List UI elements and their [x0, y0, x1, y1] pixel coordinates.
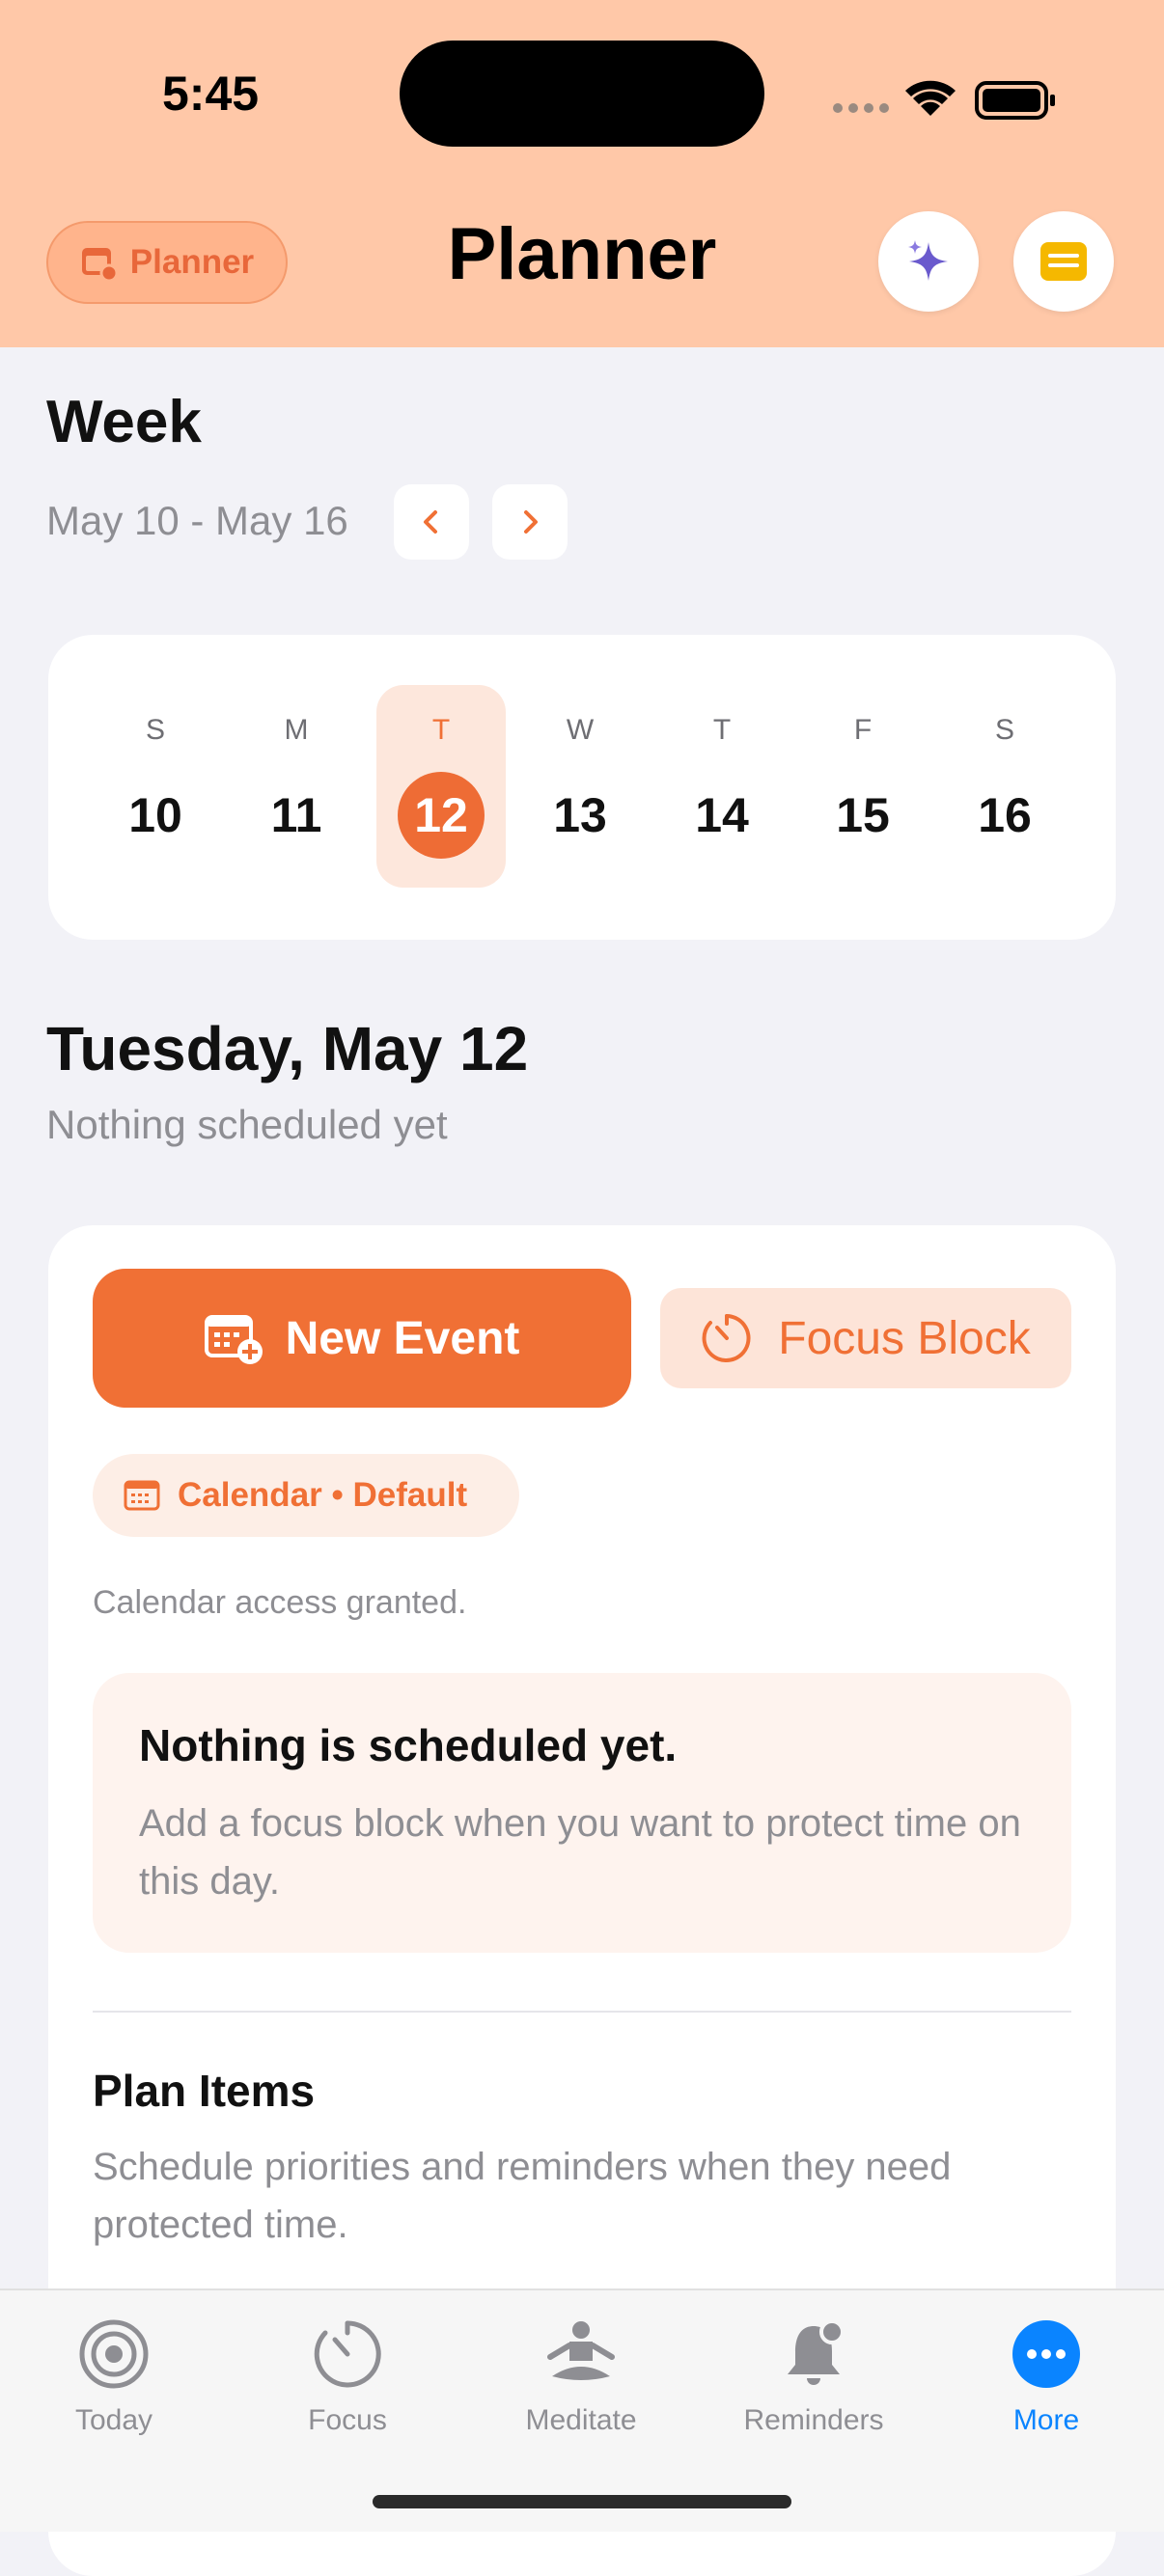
tab-reminders[interactable]: Reminders — [717, 2316, 910, 2437]
calendar-add-icon — [204, 1315, 263, 1364]
focus-block-label: Focus Block — [778, 1312, 1031, 1364]
status-icons — [832, 68, 1064, 125]
focus-block-button[interactable]: Focus Block — [660, 1288, 1071, 1388]
page-title: Planner — [447, 213, 717, 295]
new-event-button[interactable]: New Event — [93, 1269, 631, 1408]
day-fri[interactable]: F 15 — [798, 685, 928, 888]
tab-today[interactable]: Today — [17, 2316, 210, 2437]
day-letter: F — [853, 714, 873, 746]
next-week-button[interactable] — [492, 484, 568, 560]
day-letter: S — [145, 714, 165, 746]
day-number: 14 — [695, 788, 749, 842]
day-number: 13 — [553, 788, 607, 842]
divider — [93, 2011, 1071, 2013]
sparkle-button[interactable] — [878, 211, 979, 312]
cellular-icon — [833, 103, 889, 113]
selected-date-subtitle: Nothing scheduled yet — [46, 1102, 448, 1147]
week-strip: S 10 M 11 T 12 W 13 T 14 F 15 S 16 — [48, 635, 1116, 940]
day-wed[interactable]: W 13 — [515, 685, 645, 888]
plan-items-title: Plan Items — [93, 2066, 316, 2116]
header: 5:45 Planner Planner — [0, 0, 1164, 347]
tab-meditate-label: Meditate — [525, 2404, 637, 2436]
day-letter: S — [994, 714, 1014, 746]
tab-meditate[interactable]: Meditate — [485, 2316, 678, 2437]
tab-focus-label: Focus — [308, 2404, 387, 2436]
bell-icon — [788, 2319, 845, 2385]
target-icon — [79, 2319, 149, 2389]
notes-icon — [1040, 242, 1087, 281]
tab-more[interactable]: More — [950, 2316, 1143, 2437]
tab-reminders-label: Reminders — [743, 2404, 884, 2436]
sparkle-icon — [908, 240, 948, 281]
calendar-access-text: Calendar access granted. — [93, 1584, 467, 1621]
plan-items-description: Schedule priorities and reminders when t… — [93, 2146, 952, 2246]
dynamic-island — [400, 41, 764, 147]
chevron-left-icon — [424, 510, 437, 534]
day-thu[interactable]: T 14 — [657, 685, 787, 888]
empty-state-description: Add a focus block when you want to prote… — [139, 1802, 1021, 1903]
calendar-icon — [124, 1480, 160, 1511]
wifi-icon — [905, 80, 956, 116]
meditate-icon — [547, 2321, 615, 2380]
day-letter: W — [566, 714, 595, 746]
empty-state: Nothing is scheduled yet. Add a focus bl… — [93, 1673, 1071, 1953]
timer-icon — [702, 1314, 751, 1362]
timer-icon — [314, 2320, 381, 2388]
day-letter: T — [431, 714, 451, 746]
tab-today-label: Today — [74, 2404, 153, 2436]
day-number: 10 — [128, 788, 182, 842]
home-indicator — [373, 2495, 791, 2508]
empty-state-title: Nothing is scheduled yet. — [139, 1720, 678, 1770]
selected-date-heading: Tuesday, May 12 — [46, 1014, 529, 1083]
tab-focus[interactable]: Focus — [251, 2316, 444, 2437]
calendar-chip-label: Calendar • Default — [178, 1476, 468, 1514]
chevron-right-icon — [524, 510, 538, 534]
day-tue-selected[interactable]: T 12 — [376, 685, 506, 888]
battery-icon — [975, 81, 1055, 120]
day-sun[interactable]: S 10 — [91, 685, 220, 888]
day-sat[interactable]: S 16 — [940, 685, 1069, 888]
notes-button[interactable] — [1013, 211, 1114, 312]
week-range: May 10 - May 16 — [46, 498, 348, 543]
more-icon — [1012, 2320, 1080, 2388]
day-letter: T — [712, 714, 732, 746]
prev-week-button[interactable] — [394, 484, 469, 560]
calendar-chip[interactable]: Calendar • Default — [93, 1454, 519, 1537]
new-event-label: New Event — [285, 1312, 520, 1364]
day-number: 15 — [836, 788, 890, 842]
day-letter: M — [284, 714, 309, 746]
day-mon[interactable]: M 11 — [232, 685, 361, 888]
day-number: 12 — [398, 772, 485, 859]
day-number: 11 — [270, 788, 322, 842]
week-title: Week — [46, 389, 202, 455]
tab-more-label: More — [1012, 2404, 1080, 2436]
day-number: 16 — [978, 788, 1032, 842]
status-time: 5:45 — [162, 67, 260, 121]
